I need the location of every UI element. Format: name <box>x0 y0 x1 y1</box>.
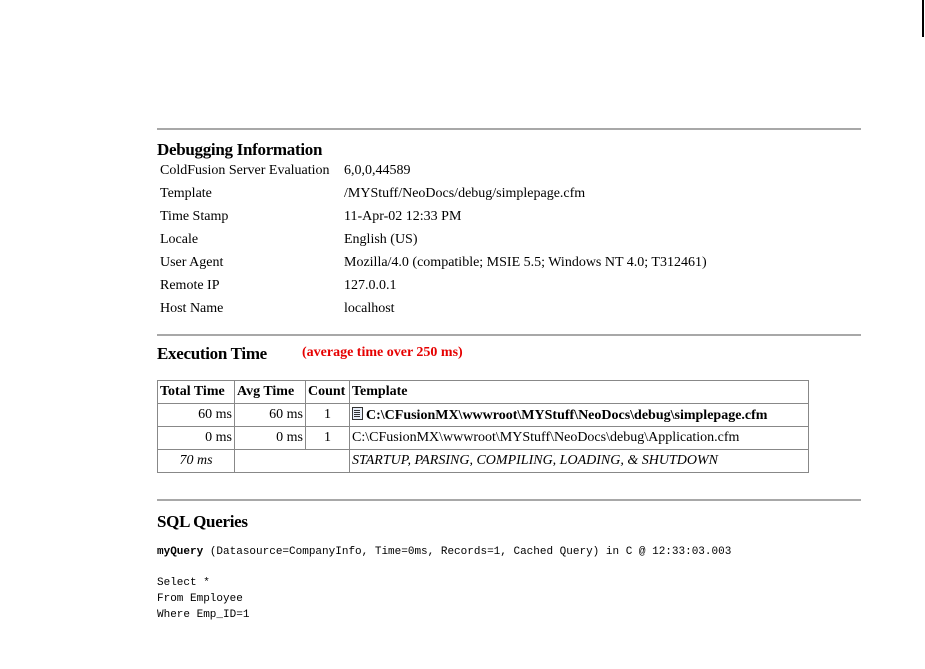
info-row: Remote IP 127.0.0.1 <box>157 274 707 297</box>
info-row: Host Name localhost <box>157 297 707 320</box>
info-label: Template <box>160 185 212 201</box>
query-name: myQuery <box>157 546 204 558</box>
avg-time-cell: 0 ms <box>234 426 306 450</box>
column-header-count: Count <box>305 380 350 404</box>
info-row: Template/MYStuff/NeoDocs/debug/simplepag… <box>157 182 707 205</box>
column-header-total-time: Total Time <box>157 380 235 404</box>
info-label: Locale <box>160 231 199 247</box>
avg-time-cell: 60 ms <box>234 403 306 427</box>
info-value: 11-Apr-02 12:33 PM <box>344 208 462 224</box>
template-cell: C:\CFusionMX\wwwroot\MYStuff\NeoDocs\deb… <box>349 403 809 427</box>
template-cell: C:\CFusionMX\wwwroot\MYStuff\NeoDocs\deb… <box>349 426 809 450</box>
sql-statement: Select * From Employee Where Emp_ID=1 <box>157 575 861 623</box>
divider <box>157 499 861 501</box>
info-label: Time Stamp <box>160 208 229 224</box>
sql-queries-title: SQL Queries <box>157 512 248 531</box>
query-summary: myQuery (Datasource=CompanyInfo, Time=0m… <box>157 546 861 558</box>
file-icon <box>352 406 363 420</box>
info-value: 6,0,0,44589 <box>344 162 411 178</box>
startup-label-cell: STARTUP, PARSING, COMPILING, LOADING, & … <box>349 449 809 473</box>
table-header-row: Total Time Avg Time Count Template <box>157 380 809 404</box>
info-value: localhost <box>344 300 395 316</box>
info-value: Mozilla/4.0 (compatible; MSIE 5.5; Windo… <box>344 254 707 270</box>
table-row: 60 ms 60 ms 1 C:\CFusionMX\wwwroot\MYStu… <box>157 403 809 427</box>
template-path: C:\CFusionMX\wwwroot\MYStuff\NeoDocs\deb… <box>366 407 768 423</box>
count-cell: 1 <box>305 403 350 427</box>
debugging-info-table: ColdFusion Server Evaluation 6,0,0,44589 … <box>157 159 707 320</box>
table-row: 70 ms STARTUP, PARSING, COMPILING, LOADI… <box>157 449 809 473</box>
query-details: (Datasource=CompanyInfo, Time=0ms, Recor… <box>203 546 732 558</box>
column-header-template: Template <box>349 380 809 404</box>
info-value: English (US) <box>344 231 418 247</box>
empty-cell <box>234 449 350 473</box>
count-cell: 1 <box>305 426 350 450</box>
debugging-info-title: Debugging Information <box>157 140 323 159</box>
info-value: 127.0.0.1 <box>344 277 397 293</box>
info-label: ColdFusion Server Evaluation <box>160 162 330 178</box>
execution-time-table: Total Time Avg Time Count Template 60 ms… <box>157 380 809 473</box>
sql-line: From Employee <box>157 593 243 605</box>
debug-output: Debugging Information ColdFusion Server … <box>157 128 861 623</box>
info-row: User Agent Mozilla/4.0 (compatible; MSIE … <box>157 251 707 274</box>
info-row: Locale English (US) <box>157 228 707 251</box>
table-row: 0 ms 0 ms 1 C:\CFusionMX\wwwroot\MYStuff… <box>157 426 809 450</box>
column-header-avg-time: Avg Time <box>234 380 306 404</box>
total-time-cell: 60 ms <box>157 403 235 427</box>
info-value: /MYStuff/NeoDocs/debug/simplepage.cfm <box>344 185 586 201</box>
divider <box>157 128 861 130</box>
window-edge <box>922 0 924 37</box>
sql-line: Select * <box>157 577 210 589</box>
execution-time-header: Execution Time (average time over 250 ms… <box>157 342 861 366</box>
info-label: Host Name <box>160 300 224 316</box>
total-time-cell: 0 ms <box>157 426 235 450</box>
sql-line: Where Emp_ID=1 <box>157 609 250 621</box>
info-label: Remote IP <box>160 277 220 293</box>
info-row: ColdFusion Server Evaluation 6,0,0,44589 <box>157 159 707 182</box>
execution-time-title: Execution Time <box>157 344 267 363</box>
divider <box>157 334 861 336</box>
execution-time-note: (average time over 250 ms) <box>302 345 463 360</box>
info-row: Time Stamp 11-Apr-02 12:33 PM <box>157 205 707 228</box>
startup-total-cell: 70 ms <box>157 449 235 473</box>
info-label: User Agent <box>160 254 224 270</box>
